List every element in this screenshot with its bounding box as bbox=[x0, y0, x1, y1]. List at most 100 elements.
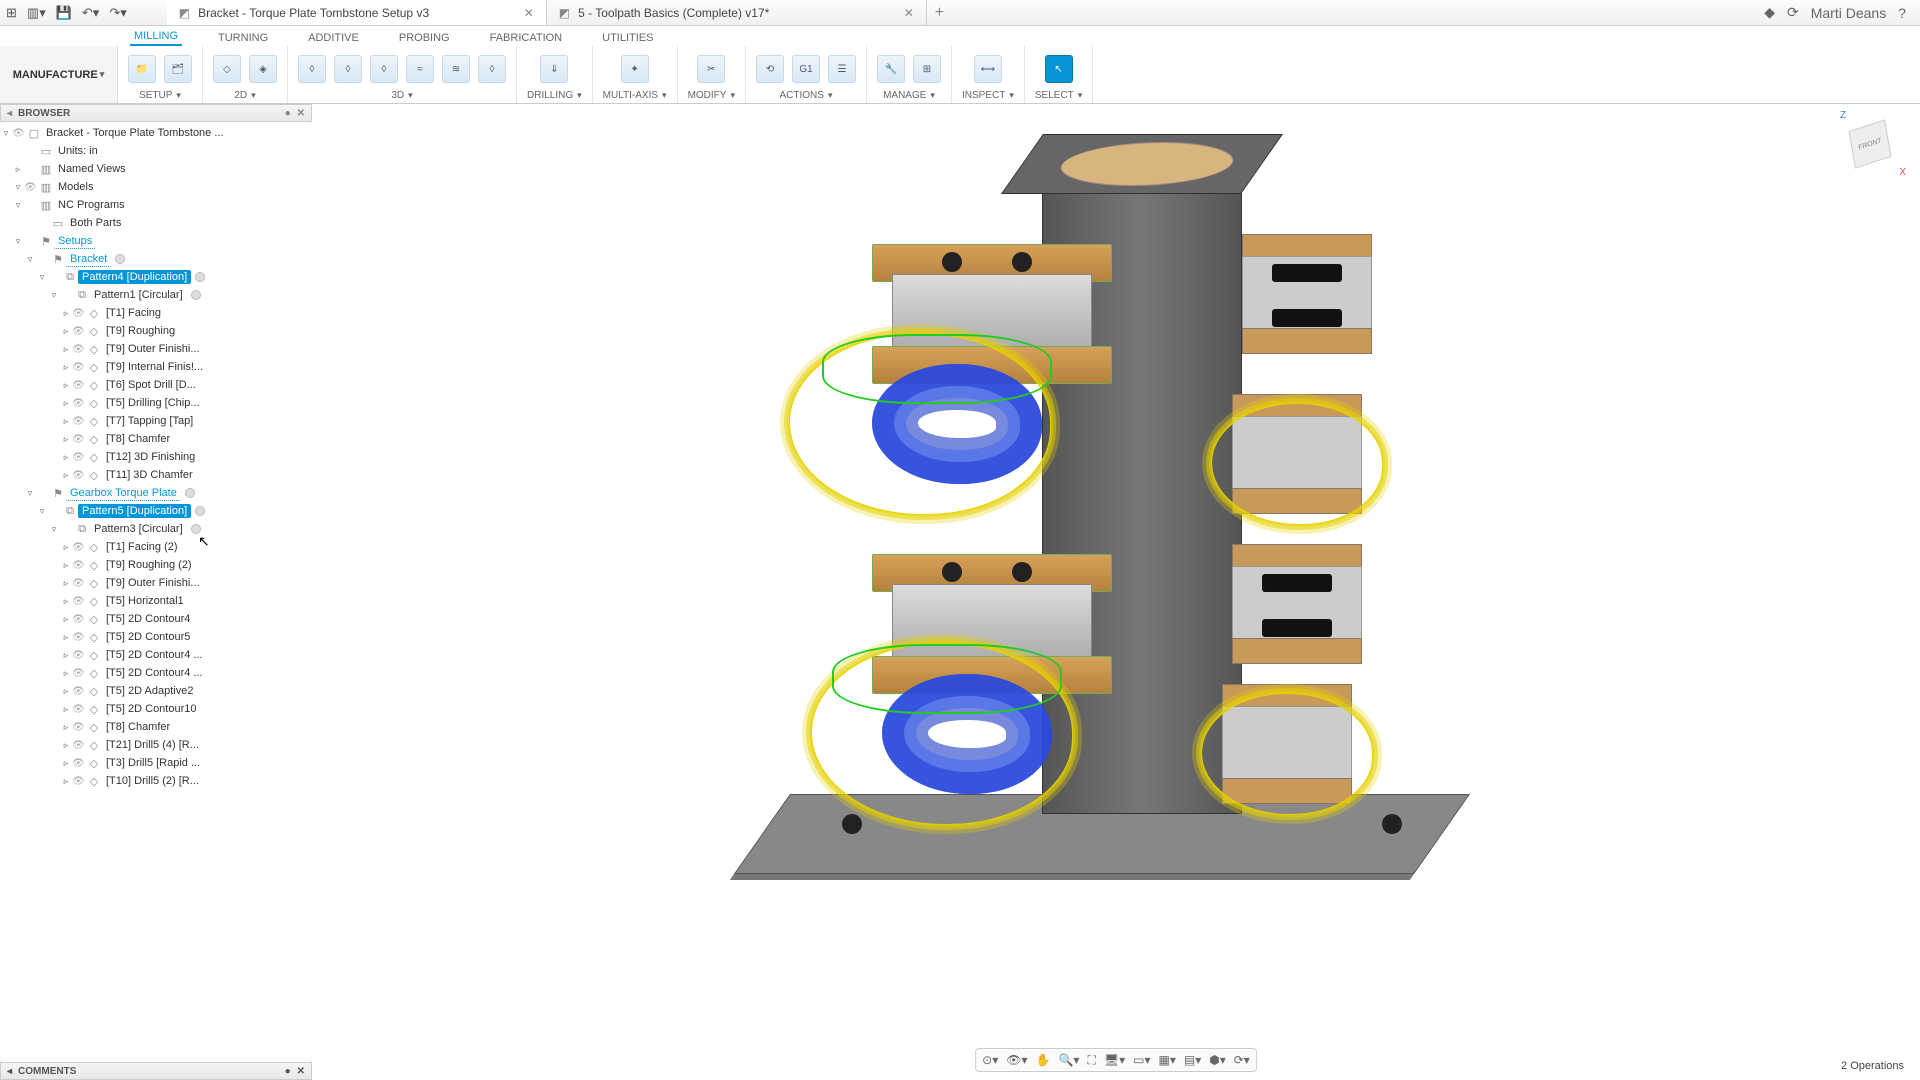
tree-node[interactable]: ▹👁◇[T9] Outer Finishi... bbox=[0, 340, 312, 358]
node-label[interactable]: Named Views bbox=[54, 162, 130, 176]
tree-node[interactable]: ▹👁◇[T1] Facing bbox=[0, 304, 312, 322]
expand-icon[interactable]: ▿ bbox=[48, 290, 60, 301]
tree-node[interactable]: ▹👁◇[T8] Chamfer bbox=[0, 430, 312, 448]
undo-icon[interactable]: ↶▾ bbox=[82, 5, 99, 21]
manage-icon[interactable]: 🔧 bbox=[877, 55, 905, 83]
refresh-icon[interactable]: ⟳▾ bbox=[1234, 1053, 1250, 1067]
node-label[interactable]: [T9] Roughing (2) bbox=[102, 558, 196, 572]
help-icon[interactable]: ? bbox=[1898, 5, 1906, 21]
visibility-icon[interactable]: 👁 bbox=[72, 434, 86, 445]
node-label[interactable]: [T9] Internal Finis!... bbox=[102, 360, 207, 374]
node-label[interactable]: [T10] Drill5 (2) [R... bbox=[102, 774, 203, 788]
expand-icon[interactable]: ▿ bbox=[24, 254, 36, 265]
ribbon-tab-turning[interactable]: TURNING bbox=[214, 30, 272, 46]
node-label[interactable]: [T5] 2D Contour5 bbox=[102, 630, 194, 644]
close-tab-icon[interactable]: ✕ bbox=[524, 6, 534, 20]
tree-node[interactable]: ▹👁◇[T9] Roughing (2) bbox=[0, 556, 312, 574]
visibility-icon[interactable]: 👁 bbox=[72, 398, 86, 409]
2d-icon[interactable]: ◈ bbox=[249, 55, 277, 83]
pan-icon[interactable]: ✋ bbox=[1036, 1053, 1051, 1067]
viewcube[interactable]: Z FRONT X bbox=[1840, 114, 1900, 174]
3d-icon[interactable]: ≈ bbox=[406, 55, 434, 83]
ribbon-tab-additive[interactable]: ADDITIVE bbox=[304, 30, 363, 46]
node-label[interactable]: [T5] Drilling [Chip... bbox=[102, 396, 204, 410]
tree-node[interactable]: ▹👁◇[T7] Tapping [Tap] bbox=[0, 412, 312, 430]
display2-icon[interactable]: ▭▾ bbox=[1133, 1053, 1150, 1067]
visibility-icon[interactable]: 👁 bbox=[72, 614, 86, 625]
node-label[interactable]: [T1] Facing (2) bbox=[102, 540, 182, 554]
tree-node[interactable]: ▹👁◇[T8] Chamfer bbox=[0, 718, 312, 736]
group-label[interactable]: DRILLING bbox=[527, 90, 582, 101]
visibility-icon[interactable]: 👁 bbox=[72, 686, 86, 697]
tree-node[interactable]: ▹👁◇[T5] Drilling [Chip... bbox=[0, 394, 312, 412]
select-icon[interactable]: ↖ bbox=[1045, 55, 1073, 83]
group-label[interactable]: 3D bbox=[391, 90, 412, 101]
node-label[interactable]: [T8] Chamfer bbox=[102, 432, 174, 446]
expand-icon[interactable]: ▹ bbox=[60, 740, 72, 751]
group-label[interactable]: SETUP bbox=[139, 90, 181, 101]
tree-node[interactable]: ▿⧉Pattern3 [Circular] bbox=[0, 520, 312, 538]
visibility-icon[interactable]: 👁 bbox=[72, 650, 86, 661]
tree-node[interactable]: ▹👁◇[T21] Drill5 (4) [R... bbox=[0, 736, 312, 754]
node-label[interactable]: Pattern4 [Duplication] bbox=[78, 270, 191, 284]
3d-icon[interactable]: ◊ bbox=[478, 55, 506, 83]
node-label[interactable]: [T5] 2D Contour4 bbox=[102, 612, 194, 626]
visibility-icon[interactable]: 👁 bbox=[72, 758, 86, 769]
expand-icon[interactable]: ▿ bbox=[12, 236, 24, 247]
node-label[interactable]: Bracket - Torque Plate Tombstone ... bbox=[42, 126, 228, 140]
look-icon[interactable]: 👁▾ bbox=[1006, 1053, 1027, 1067]
expand-icon[interactable]: ▹ bbox=[60, 632, 72, 643]
tree-node[interactable]: ▹👁◇[T5] 2D Adaptive2 bbox=[0, 682, 312, 700]
expand-icon[interactable]: ▿ bbox=[36, 272, 48, 283]
tree-node[interactable]: ▹👁◇[T3] Drill5 [Rapid ... bbox=[0, 754, 312, 772]
drill-icon[interactable]: ⇓ bbox=[540, 55, 568, 83]
views-icon[interactable]: ▤▾ bbox=[1184, 1053, 1201, 1067]
tree-node[interactable]: ▿⚑Gearbox Torque Plate bbox=[0, 484, 312, 502]
visibility-icon[interactable]: 👁 bbox=[72, 596, 86, 607]
action-icon[interactable]: G1 bbox=[792, 55, 820, 83]
visibility-icon[interactable]: 👁 bbox=[72, 416, 86, 427]
ribbon-tab-utilities[interactable]: UTILITIES bbox=[598, 30, 657, 46]
expand-icon[interactable]: ▹ bbox=[60, 380, 72, 391]
ribbon-tab-probing[interactable]: PROBING bbox=[395, 30, 454, 46]
node-label[interactable]: Models bbox=[54, 180, 97, 194]
visibility-icon[interactable]: 👁 bbox=[72, 344, 86, 355]
node-label[interactable]: [T9] Outer Finishi... bbox=[102, 342, 204, 356]
node-label[interactable]: [T5] 2D Contour4 ... bbox=[102, 666, 207, 680]
workspace-switcher[interactable]: MANUFACTURE bbox=[0, 46, 118, 103]
visibility-icon[interactable]: 👁 bbox=[72, 560, 86, 571]
manage-icon[interactable]: ⊞ bbox=[913, 55, 941, 83]
expand-icon[interactable]: ▹ bbox=[60, 362, 72, 373]
tree-node[interactable]: ▿⚑Bracket bbox=[0, 250, 312, 268]
expand-icon[interactable]: ▹ bbox=[60, 776, 72, 787]
expand-icon[interactable]: ▹ bbox=[60, 686, 72, 697]
node-label[interactable]: [T8] Chamfer bbox=[102, 720, 174, 734]
visibility-icon[interactable]: 👁 bbox=[72, 308, 86, 319]
tree-node[interactable]: ▭Both Parts bbox=[0, 214, 312, 232]
tree-node[interactable]: ▹👁◇[T6] Spot Drill [D... bbox=[0, 376, 312, 394]
extensions-icon[interactable]: ◆ bbox=[1764, 4, 1775, 21]
group-label[interactable]: MODIFY bbox=[688, 90, 735, 101]
expand-icon[interactable]: ▹ bbox=[60, 416, 72, 427]
file-menu-icon[interactable]: ▥▾ bbox=[27, 5, 46, 21]
expand-icon[interactable]: ▹ bbox=[60, 614, 72, 625]
action-icon[interactable]: ☰ bbox=[828, 55, 856, 83]
node-label[interactable]: Bracket bbox=[66, 252, 111, 267]
visibility-icon[interactable]: 👁 bbox=[72, 470, 86, 481]
apps-icon[interactable]: ⊞ bbox=[6, 5, 17, 21]
save-icon[interactable]: 💾 bbox=[56, 5, 72, 21]
node-label[interactable]: [T9] Outer Finishi... bbox=[102, 576, 204, 590]
expand-icon[interactable]: ▹ bbox=[60, 704, 72, 715]
ribbon-tab-milling[interactable]: MILLING bbox=[130, 28, 182, 46]
tree-node[interactable]: ▿⧉Pattern1 [Circular] bbox=[0, 286, 312, 304]
fit-icon[interactable]: ⛶ bbox=[1087, 1053, 1095, 1068]
tree-node[interactable]: ▹👁◇[T5] 2D Contour5 bbox=[0, 628, 312, 646]
group-label[interactable]: MANAGE bbox=[883, 90, 935, 101]
document-tab-inactive[interactable]: ◩ 5 - Toolpath Basics (Complete) v17* ✕ bbox=[547, 0, 927, 25]
modify-icon[interactable]: ✂ bbox=[697, 55, 725, 83]
collapse-icon[interactable]: ◂ bbox=[7, 108, 12, 119]
expand-icon[interactable]: ▹ bbox=[60, 668, 72, 679]
tree-node[interactable]: ▹👁◇[T12] 3D Finishing bbox=[0, 448, 312, 466]
tree-node[interactable]: ▿▥NC Programs bbox=[0, 196, 312, 214]
tree-node[interactable]: ▹👁◇[T5] 2D Contour4 ... bbox=[0, 664, 312, 682]
